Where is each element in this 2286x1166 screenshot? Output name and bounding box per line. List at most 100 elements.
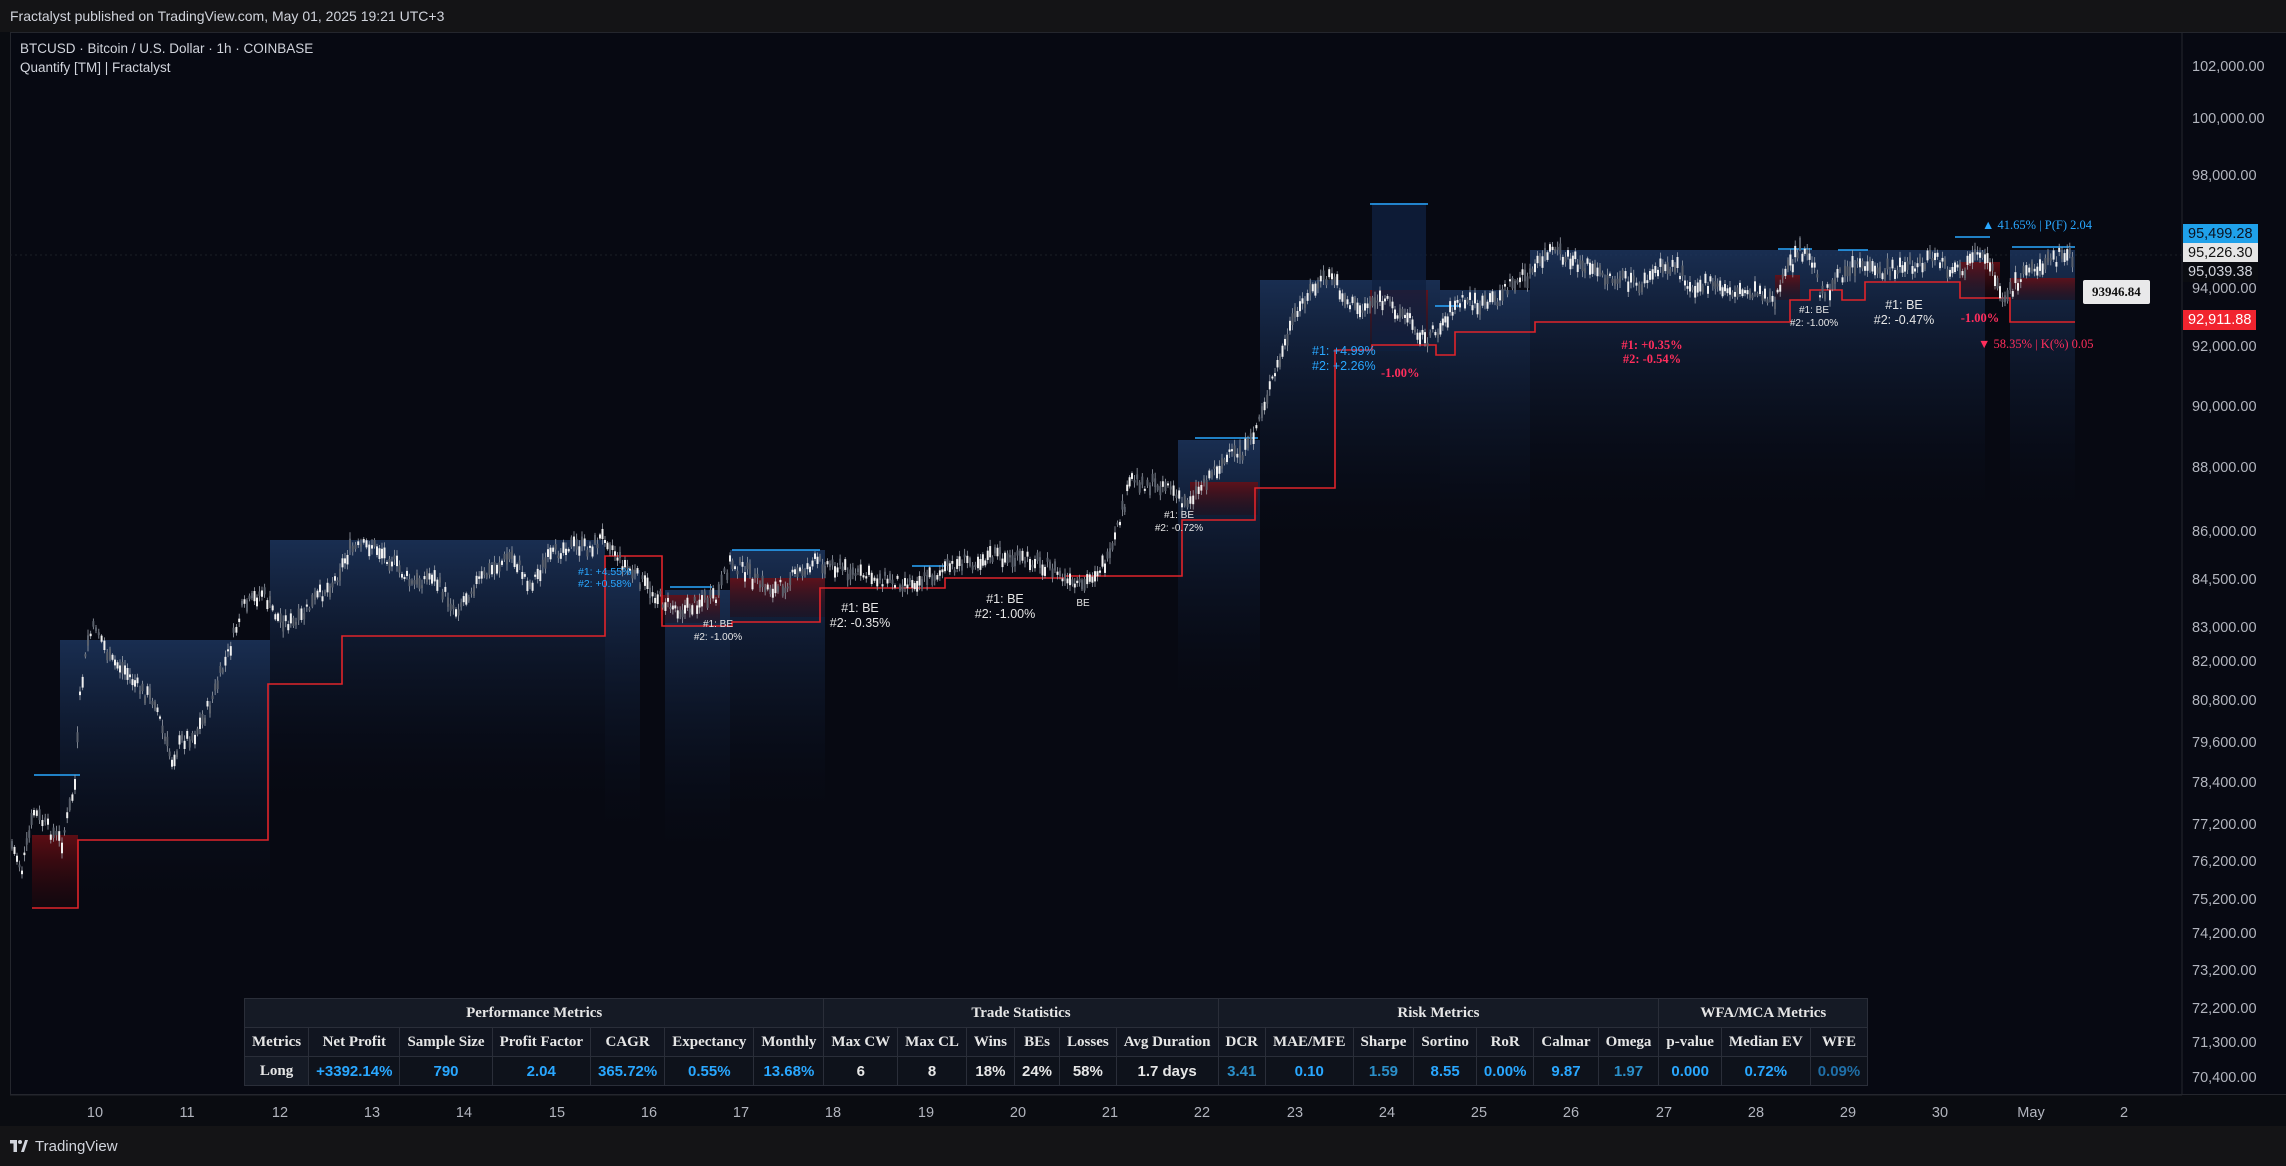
- column-header: Avg Duration: [1115, 1027, 1219, 1057]
- metric-cell: 58%: [1059, 1056, 1117, 1086]
- metric-cell: 790: [399, 1056, 493, 1086]
- price-tick: 94,000.00: [2192, 281, 2257, 297]
- trade-label: #1: +0.35%: [1621, 338, 1682, 352]
- metric-cell: 0.10: [1265, 1056, 1354, 1086]
- mid-price-tag: 95,039.38: [2183, 262, 2258, 282]
- price-tick: 82,000.00: [2192, 654, 2257, 670]
- trade-label: #1: BE: [841, 601, 879, 615]
- price-tick: 90,000.00: [2192, 399, 2257, 415]
- group-header: Risk Metrics: [1217, 998, 1660, 1028]
- footer-bar: TradingView: [0, 1126, 2286, 1166]
- metric-cell: 3.41: [1217, 1056, 1267, 1086]
- trade-label: #1: BE: [986, 592, 1024, 606]
- time-tick: 26: [1563, 1105, 1579, 1121]
- indicator-name[interactable]: Quantify [TM] | Fractalyst: [20, 58, 313, 77]
- column-header: Omega: [1597, 1027, 1660, 1057]
- metric-cell: 8.55: [1413, 1056, 1477, 1086]
- time-tick: 18: [825, 1105, 841, 1121]
- time-tick: May: [2017, 1105, 2045, 1121]
- time-tick: 2: [2120, 1105, 2128, 1121]
- price-tick: 83,000.00: [2192, 620, 2257, 636]
- column-header: Metrics: [243, 1027, 310, 1057]
- metric-cell: 6: [823, 1056, 899, 1086]
- time-tick: 24: [1379, 1105, 1395, 1121]
- cursor-price-tag: 93946.84: [2083, 280, 2150, 304]
- column-header: MAE/MFE: [1265, 1027, 1354, 1057]
- trade-label: #1: BE: [1164, 510, 1194, 521]
- price-tick: 75,200.00: [2192, 892, 2257, 908]
- trade-label: BE: [1076, 598, 1090, 609]
- column-header: Expectancy: [664, 1027, 755, 1057]
- trade-label: #2: -0.54%: [1623, 352, 1681, 366]
- column-header: RoR: [1475, 1027, 1535, 1057]
- symbol-info[interactable]: BTCUSD · Bitcoin / U.S. Dollar · 1h · CO…: [20, 39, 313, 58]
- last-price-tag: 95,226.30: [2183, 243, 2258, 263]
- trade-label: #1: BE: [1799, 305, 1829, 316]
- trade-label: #2: -0.47%: [1874, 313, 1934, 327]
- price-chart[interactable]: 102,000.00 100,000.00 98,000.00 94,000.0…: [0, 0, 2286, 1126]
- metric-cell: 9.87: [1533, 1056, 1599, 1086]
- price-tick: 79,600.00: [2192, 735, 2257, 751]
- metric-cell: 1.7 days: [1115, 1056, 1219, 1086]
- price-tick: 100,000.00: [2192, 111, 2265, 127]
- time-axis[interactable]: 10 11 12 13 14 15 16 17 18 19 20 21 22 2…: [87, 1105, 2128, 1121]
- price-tick: 71,300.00: [2192, 1035, 2257, 1051]
- time-tick: 28: [1748, 1105, 1764, 1121]
- price-axis[interactable]: 102,000.00 100,000.00 98,000.00 94,000.0…: [2192, 59, 2265, 1086]
- group-header: Trade Statistics: [823, 998, 1219, 1028]
- column-header: Monthly: [753, 1027, 825, 1057]
- metric-cell: 24%: [1013, 1056, 1061, 1086]
- price-tick: 102,000.00: [2192, 59, 2265, 75]
- metric-cell: 13.68%: [753, 1056, 825, 1086]
- time-tick: 17: [733, 1105, 749, 1121]
- trade-label: #1: BE: [703, 619, 733, 630]
- metric-cell: 365.72%: [589, 1056, 666, 1086]
- price-tick: 80,800.00: [2192, 693, 2257, 709]
- trade-label: #2: -0.72%: [1155, 523, 1203, 534]
- chart-legend[interactable]: BTCUSD · Bitcoin / U.S. Dollar · 1h · CO…: [20, 39, 313, 77]
- time-tick: 29: [1840, 1105, 1856, 1121]
- column-header: Net Profit: [308, 1027, 401, 1057]
- price-tick: 70,400.00: [2192, 1070, 2257, 1086]
- price-tick: 72,200.00: [2192, 1001, 2257, 1017]
- probability-up-label: ▲ 41.65% | P(F) 2.04: [1982, 218, 2093, 232]
- group-header: Performance Metrics: [243, 998, 825, 1028]
- metric-cell: 0.72%: [1720, 1056, 1811, 1086]
- probability-down-label: ▼ 58.35% | K(%) 0.05: [1978, 337, 2094, 351]
- trade-label: -1.00%: [1381, 366, 1420, 380]
- column-header: WFE: [1809, 1027, 1869, 1057]
- time-tick: 14: [456, 1105, 472, 1121]
- column-header: Losses: [1059, 1027, 1117, 1057]
- column-header: CAGR: [589, 1027, 666, 1057]
- price-tick: 88,000.00: [2192, 460, 2257, 476]
- column-header: DCR: [1217, 1027, 1267, 1057]
- metric-cell: Long: [243, 1056, 310, 1086]
- column-header: Profit Factor: [491, 1027, 592, 1057]
- column-header: Max CW: [823, 1027, 899, 1057]
- metric-cell: 2.04: [491, 1056, 592, 1086]
- metric-cell: 8: [897, 1056, 967, 1086]
- metric-cell: 0.55%: [664, 1056, 755, 1086]
- trade-label: -1.00%: [1961, 311, 2000, 325]
- metric-cell: 0.000: [1658, 1056, 1722, 1086]
- price-tick: 78,400.00: [2192, 775, 2257, 791]
- trade-label: #1: +4.55%: [578, 566, 631, 578]
- trade-label: #2: +2.26%: [1312, 359, 1376, 373]
- metric-cell: 0.09%: [1809, 1056, 1869, 1086]
- group-header: WFA/MCA Metrics: [1658, 998, 1869, 1028]
- tradingview-logo-icon: [10, 1140, 28, 1152]
- column-header: Max CL: [897, 1027, 967, 1057]
- metrics-table: Performance Metrics Trade Statistics Ris…: [243, 998, 1869, 1086]
- time-tick: 12: [272, 1105, 288, 1121]
- column-header: BEs: [1013, 1027, 1061, 1057]
- trade-label: #1: +4.99%: [1312, 344, 1376, 358]
- column-header: p-value: [1658, 1027, 1722, 1057]
- time-tick: 20: [1010, 1105, 1026, 1121]
- column-header: Sortino: [1413, 1027, 1477, 1057]
- time-tick: 22: [1194, 1105, 1210, 1121]
- time-tick: 30: [1932, 1105, 1948, 1121]
- time-tick: 21: [1102, 1105, 1118, 1121]
- time-tick: 13: [364, 1105, 380, 1121]
- trade-label: #2: -1.00%: [975, 607, 1035, 621]
- trade-label: #1: BE: [1885, 298, 1923, 312]
